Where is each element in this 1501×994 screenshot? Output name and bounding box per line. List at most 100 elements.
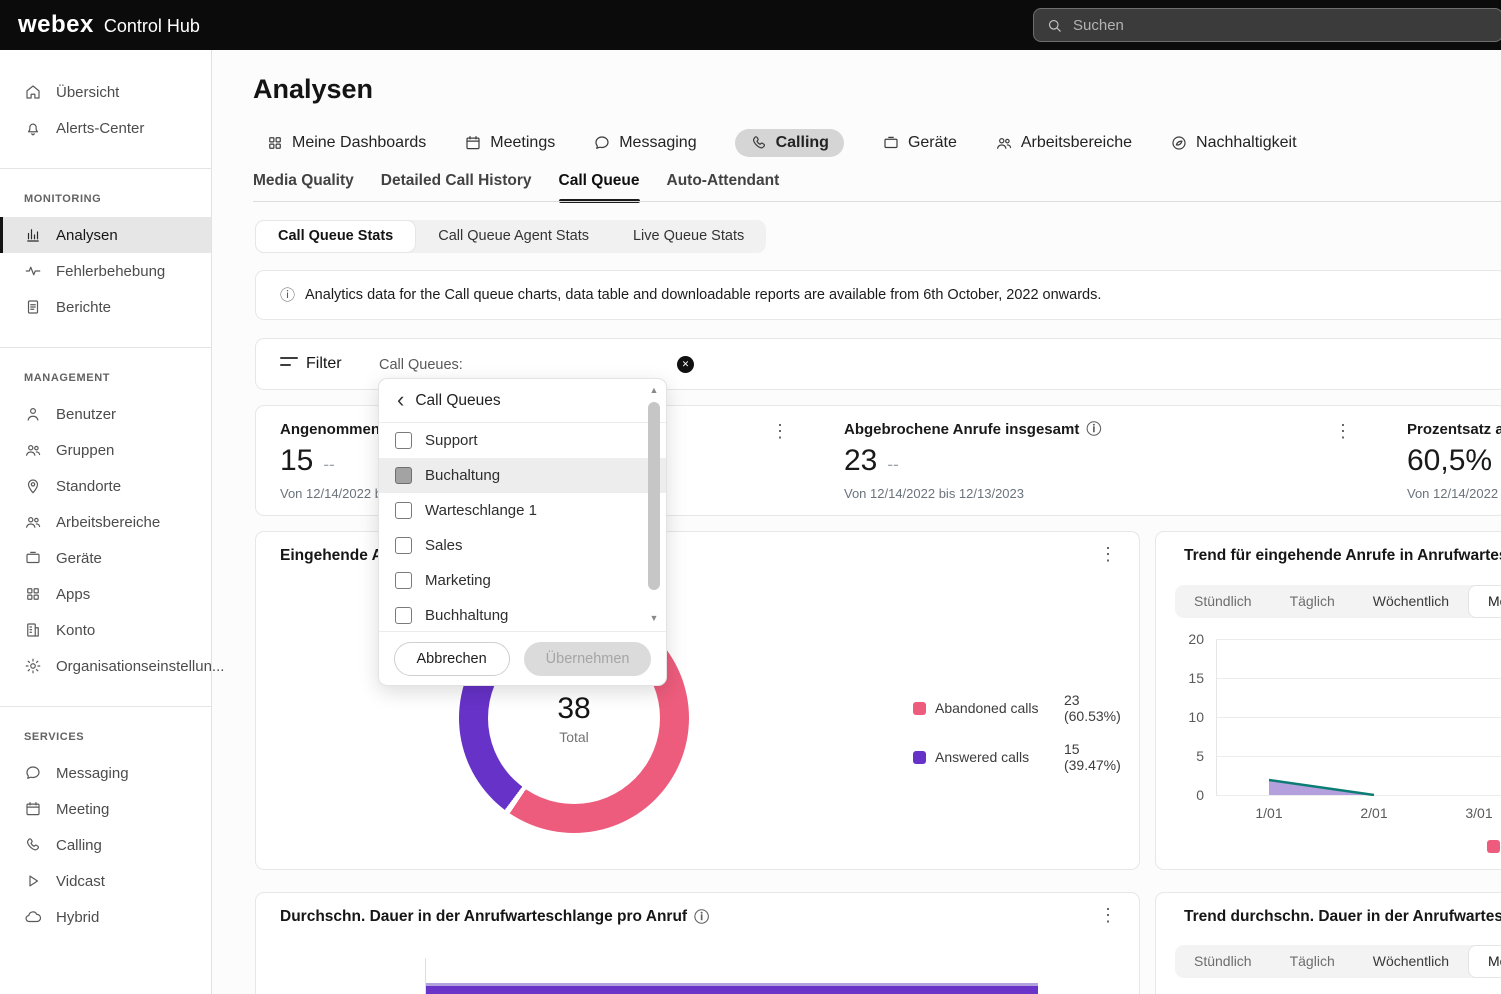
sidebar-item-gruppen[interactable]: Gruppen xyxy=(0,432,211,468)
sidebar-item-geraete[interactable]: Geräte xyxy=(0,540,211,576)
tab-meine-dashboards[interactable]: Meine Dashboards xyxy=(266,134,426,152)
segment-call-queue-stats[interactable]: Call Queue Stats xyxy=(255,220,416,253)
sidebar-item-organisationseinstellungen[interactable]: Organisationseinstellun... xyxy=(0,648,211,684)
area-chart[interactable] xyxy=(1216,639,1501,796)
tab-meetings[interactable]: Meetings xyxy=(464,134,555,152)
option-support[interactable]: Support xyxy=(379,423,666,458)
tab-geraete[interactable]: Geräte xyxy=(882,134,957,152)
interval-tab-taeglich[interactable]: Täglich xyxy=(1271,585,1354,618)
legend-abandoned-calls[interactable]: Abandoned calls 23 (60.53%) xyxy=(913,692,1139,724)
sidebar-item-berichte[interactable]: Berichte xyxy=(0,289,211,325)
kpi-date-range: Von 12/14/2022 bis 12/13/2023 xyxy=(844,486,1101,501)
checkbox-checked[interactable] xyxy=(395,467,412,484)
apps-grid-icon xyxy=(24,585,42,603)
tab-nachhaltigkeit[interactable]: Nachhaltigkeit xyxy=(1170,134,1297,152)
device-icon xyxy=(882,134,900,152)
option-buchaltung[interactable]: Buchaltung xyxy=(379,458,666,493)
sidebar-item-arbeitsbereiche[interactable]: Arbeitsbereiche xyxy=(0,504,211,540)
sidebar-section-monitoring: MONITORING xyxy=(24,193,211,205)
interval-tab-stuendlich[interactable]: Stündlich xyxy=(1175,945,1271,978)
option-marketing[interactable]: Marketing xyxy=(379,563,666,598)
card-kebab-menu[interactable]: ⋮ xyxy=(1099,545,1117,563)
kpi-delta: -- xyxy=(323,455,334,474)
sidebar-item-alerts-center[interactable]: Alerts-Center xyxy=(0,110,211,146)
option-warteschlange-1[interactable]: Warteschlange 1 xyxy=(379,493,666,528)
donut-total-label: Total xyxy=(559,729,589,745)
interval-tab-woechentlich[interactable]: Wöchentlich xyxy=(1354,945,1468,978)
chevron-left-icon[interactable]: ‹ xyxy=(397,389,404,411)
search-input[interactable] xyxy=(1073,17,1453,34)
analytics-tabs: Meine Dashboards Meetings Messaging Call… xyxy=(266,126,1297,160)
global-search[interactable] xyxy=(1033,8,1501,42)
sidebar-item-hybrid[interactable]: Hybrid xyxy=(0,899,211,935)
sidebar-item-standorte[interactable]: Standorte xyxy=(0,468,211,504)
checkbox[interactable] xyxy=(395,537,412,554)
workspaces-icon xyxy=(995,134,1013,152)
sidebar-item-vidcast[interactable]: Vidcast xyxy=(0,863,211,899)
scroll-down-icon[interactable]: ▼ xyxy=(647,613,661,623)
sidebar-item-apps[interactable]: Apps xyxy=(0,576,211,612)
sustainability-leaf-icon xyxy=(1170,134,1188,152)
segment-live-queue-stats[interactable]: Live Queue Stats xyxy=(611,220,766,253)
scroll-up-icon[interactable]: ▲ xyxy=(647,385,661,395)
tab-arbeitsbereiche[interactable]: Arbeitsbereiche xyxy=(995,134,1132,152)
legend-swatch-pink[interactable] xyxy=(1487,840,1500,853)
x-axis-tick: 1/01 xyxy=(1239,805,1299,821)
subtab-auto-attendant[interactable]: Auto-Attendant xyxy=(667,170,780,201)
interval-tab-woechentlich[interactable]: Wöchentlich xyxy=(1354,585,1468,618)
legend-answered-calls[interactable]: Answered calls 15 (39.47%) xyxy=(913,741,1139,773)
home-icon xyxy=(24,83,42,101)
brand-logo: webex Control Hub xyxy=(18,11,200,39)
calendar-icon xyxy=(24,800,42,818)
y-axis-tick: 5 xyxy=(1164,748,1204,764)
y-axis-tick: 10 xyxy=(1164,709,1204,725)
sidebar-divider xyxy=(0,347,211,348)
filter-icon[interactable] xyxy=(280,357,298,372)
subtab-call-queue[interactable]: Call Queue xyxy=(559,170,640,201)
call-queues-dropdown: ‹ Call Queues Support Buchaltung Wartesc… xyxy=(378,378,667,686)
card-kebab-menu[interactable]: ⋮ xyxy=(1099,906,1117,924)
page-title: Analysen xyxy=(253,74,373,105)
y-axis-tick: 20 xyxy=(1164,631,1204,647)
kpi-date-range: Von 12/14/2022 b xyxy=(1407,486,1501,501)
call-queues-filter-field[interactable]: Call Queues: xyxy=(379,357,463,373)
interval-tab-taeglich[interactable]: Täglich xyxy=(1271,945,1354,978)
checkbox[interactable] xyxy=(395,572,412,589)
sidebar-item-uebersicht[interactable]: Übersicht xyxy=(0,74,211,110)
sidebar-item-fehlerbehebung[interactable]: Fehlerbehebung xyxy=(0,253,211,289)
sidebar-item-benutzer[interactable]: Benutzer xyxy=(0,396,211,432)
option-sales[interactable]: Sales xyxy=(379,528,666,563)
cloud-icon xyxy=(24,908,42,926)
segment-call-queue-agent-stats[interactable]: Call Queue Agent Stats xyxy=(416,220,611,253)
tab-calling[interactable]: Calling xyxy=(735,129,844,157)
x-axis-tick: 2/01 xyxy=(1344,805,1404,821)
info-icon[interactable]: ⓘ xyxy=(1086,422,1101,437)
kpi-kebab-menu[interactable]: ⋮ xyxy=(771,422,789,440)
sidebar-item-meeting[interactable]: Meeting xyxy=(0,791,211,827)
sidebar-item-calling[interactable]: Calling xyxy=(0,827,211,863)
dropdown-scrollbar[interactable]: ▲ ▼ xyxy=(647,385,661,623)
incoming-calls-trend-card: Trend für eingehende Anrufe in Anrufwart… xyxy=(1155,531,1501,870)
interval-tab-monatlich[interactable]: Monatlich xyxy=(1468,585,1501,618)
duration-bar[interactable] xyxy=(426,983,1038,994)
kpi-delta: -- xyxy=(887,455,898,474)
subtab-media-quality[interactable]: Media Quality xyxy=(253,170,354,201)
info-icon[interactable]: ⓘ xyxy=(694,910,709,925)
checkbox[interactable] xyxy=(395,502,412,519)
sidebar-item-messaging[interactable]: Messaging xyxy=(0,755,211,791)
sidebar-item-analysen[interactable]: Analysen xyxy=(0,217,211,253)
sidebar-item-konto[interactable]: Konto xyxy=(0,612,211,648)
scrollbar-thumb[interactable] xyxy=(648,402,660,590)
checkbox[interactable] xyxy=(395,607,412,624)
clear-filter-button[interactable]: ✕ xyxy=(677,356,694,373)
tab-messaging[interactable]: Messaging xyxy=(593,134,696,152)
option-buchhaltung[interactable]: Buchhaltung xyxy=(379,598,666,633)
apply-button[interactable]: Übernehmen xyxy=(524,642,652,676)
interval-tab-stuendlich[interactable]: Stündlich xyxy=(1175,585,1271,618)
interval-tab-monatlich[interactable]: Monatlich xyxy=(1468,945,1501,978)
bar-chart-icon xyxy=(24,226,42,244)
subtab-detailed-call-history[interactable]: Detailed Call History xyxy=(381,170,532,201)
cancel-button[interactable]: Abbrechen xyxy=(394,642,510,676)
kpi-kebab-menu[interactable]: ⋮ xyxy=(1334,422,1352,440)
checkbox[interactable] xyxy=(395,432,412,449)
